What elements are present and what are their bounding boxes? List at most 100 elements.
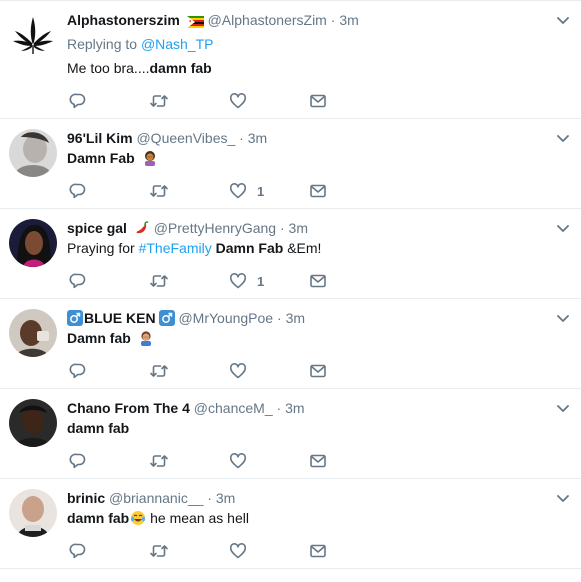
heart-icon bbox=[229, 453, 247, 469]
avatar[interactable] bbox=[9, 219, 57, 267]
timestamp[interactable]: 3m bbox=[285, 400, 304, 416]
tweet[interactable]: spice gal @PrettyHenryGang · 3m Praying … bbox=[0, 209, 581, 299]
chevron-down-icon[interactable] bbox=[557, 405, 569, 413]
replying-to: Replying to @Nash_TP bbox=[67, 35, 214, 53]
avatar[interactable] bbox=[9, 11, 57, 59]
timestamp[interactable]: 3m bbox=[286, 310, 305, 326]
tweet-text-after: he mean as hell bbox=[146, 510, 249, 526]
user-handle[interactable]: @QueenVibes_ bbox=[136, 130, 235, 146]
chevron-down-icon[interactable] bbox=[557, 495, 569, 503]
like-button[interactable] bbox=[229, 542, 257, 560]
chevron-down-icon[interactable] bbox=[557, 315, 569, 323]
zimbabwe-flag-icon bbox=[186, 14, 204, 32]
chevron-down-icon[interactable] bbox=[557, 135, 569, 143]
tweet[interactable]: BLUE KEN @MrYoungPoe · 3m Damn fab bbox=[0, 299, 581, 389]
reply-button[interactable] bbox=[69, 362, 87, 380]
reply-button[interactable] bbox=[69, 272, 87, 290]
heart-icon bbox=[229, 93, 247, 109]
chevron-down-icon[interactable] bbox=[557, 17, 569, 25]
avatar[interactable] bbox=[9, 309, 57, 357]
tweet-header: spice gal @PrettyHenryGang · 3m bbox=[67, 219, 308, 240]
envelope-icon bbox=[310, 454, 326, 468]
tweet-text: damn fab bbox=[67, 419, 129, 437]
tweet-actions bbox=[67, 92, 347, 110]
retweet-button[interactable] bbox=[149, 542, 169, 560]
replying-to-label: Replying to bbox=[67, 36, 138, 52]
message-button[interactable] bbox=[309, 182, 327, 200]
user-handle[interactable]: @MrYoungPoe bbox=[178, 310, 273, 326]
timestamp[interactable]: 3m bbox=[248, 130, 267, 146]
avatar[interactable] bbox=[9, 399, 57, 447]
retweet-button[interactable] bbox=[149, 92, 169, 110]
replying-to-mention[interactable]: @Nash_TP bbox=[141, 36, 214, 52]
tweet-header: Alphastonerszim @AlphastonersZim · 3m bbox=[67, 11, 359, 32]
user-handle[interactable]: @briannanic__ bbox=[109, 490, 203, 506]
separator-dot: · bbox=[330, 12, 336, 28]
display-name[interactable]: 96'Lil Kim bbox=[67, 130, 133, 146]
chevron-down-icon[interactable] bbox=[557, 225, 569, 233]
male-sign-icon bbox=[67, 310, 83, 330]
envelope-icon bbox=[310, 364, 326, 378]
tweet-text-bold: damn fab bbox=[67, 420, 130, 436]
reply-icon bbox=[69, 93, 86, 109]
tweet-header: 96'Lil Kim @QueenVibes_ · 3m bbox=[67, 129, 267, 147]
reply-button[interactable] bbox=[69, 182, 87, 200]
separator-dot: · bbox=[276, 400, 282, 416]
reply-button[interactable] bbox=[69, 452, 87, 470]
tweet[interactable]: 96'Lil Kim @QueenVibes_ · 3m Damn Fab 1 bbox=[0, 119, 581, 209]
timestamp[interactable]: 3m bbox=[216, 490, 235, 506]
tweet-text: Damn Fab bbox=[67, 149, 158, 170]
display-name[interactable]: spice gal bbox=[67, 220, 127, 236]
message-button[interactable] bbox=[309, 92, 327, 110]
retweet-button[interactable] bbox=[149, 182, 169, 200]
tweet[interactable]: Chano From The 4 @chanceM_ · 3m damn fab bbox=[0, 389, 581, 479]
tweet-text-plain: Me too bra.... bbox=[67, 60, 150, 76]
retweet-button[interactable] bbox=[149, 362, 169, 380]
like-button[interactable]: 1 bbox=[229, 272, 264, 290]
display-name[interactable]: BLUE KEN bbox=[84, 310, 156, 326]
reply-button[interactable] bbox=[69, 542, 87, 560]
like-button[interactable]: 1 bbox=[229, 182, 264, 200]
envelope-icon bbox=[310, 94, 326, 108]
reply-icon bbox=[69, 453, 86, 469]
tweet-actions bbox=[67, 452, 347, 470]
like-count: 1 bbox=[257, 183, 265, 199]
reply-button[interactable] bbox=[69, 92, 87, 110]
avatar[interactable] bbox=[9, 489, 57, 537]
separator-dot: · bbox=[207, 490, 212, 506]
tweet-text-plain: Praying for bbox=[67, 240, 139, 256]
tweet[interactable]: brinic @briannanic__ · 3m damn fab he me… bbox=[0, 479, 581, 569]
display-name[interactable]: Alphastonerszim bbox=[67, 12, 180, 28]
message-button[interactable] bbox=[309, 452, 327, 470]
envelope-icon bbox=[310, 184, 326, 198]
message-button[interactable] bbox=[309, 362, 327, 380]
like-count: 1 bbox=[257, 273, 265, 289]
tweet-header: brinic @briannanic__ · 3m bbox=[67, 489, 235, 507]
separator-dot: · bbox=[239, 130, 244, 146]
avatar[interactable] bbox=[9, 129, 57, 177]
retweet-button[interactable] bbox=[149, 272, 169, 290]
tweet-text-bold: Damn Fab bbox=[211, 240, 284, 256]
like-button[interactable] bbox=[229, 92, 257, 110]
male-sign-icon bbox=[158, 310, 175, 330]
hashtag-link[interactable]: #TheFamily bbox=[139, 240, 212, 256]
tweet-text-after: &Em! bbox=[283, 240, 322, 256]
timestamp[interactable]: 3m bbox=[289, 220, 308, 236]
display-name[interactable]: brinic bbox=[67, 490, 105, 506]
heart-icon bbox=[229, 273, 247, 289]
retweet-button[interactable] bbox=[149, 452, 169, 470]
timestamp[interactable]: 3m bbox=[339, 12, 358, 28]
tweet-text: damn fab he mean as hell bbox=[67, 509, 249, 530]
display-name[interactable]: Chano From The 4 bbox=[67, 400, 190, 416]
separator-dot: · bbox=[277, 310, 282, 326]
user-handle[interactable]: @AlphastonersZim bbox=[208, 12, 327, 28]
tweet[interactable]: Alphastonerszim @AlphastonersZim · 3m Re… bbox=[0, 1, 581, 119]
user-handle[interactable]: @chanceM_ bbox=[194, 400, 273, 416]
like-button[interactable] bbox=[229, 452, 257, 470]
message-button[interactable] bbox=[309, 542, 327, 560]
message-button[interactable] bbox=[309, 272, 327, 290]
user-handle[interactable]: @PrettyHenryGang bbox=[154, 220, 276, 236]
tweet-text-bold: damn fab bbox=[67, 510, 130, 526]
separator-dot: · bbox=[279, 220, 285, 236]
like-button[interactable] bbox=[229, 362, 257, 380]
